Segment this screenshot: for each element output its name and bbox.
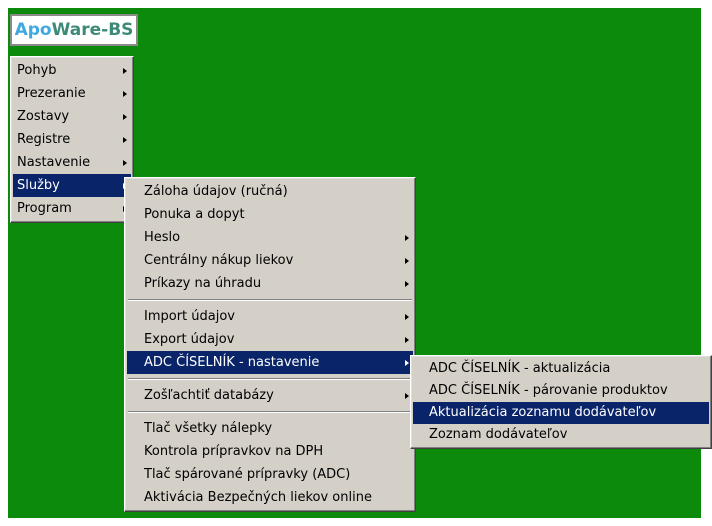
menu-item-nastavenie[interactable]: Nastavenie [13, 151, 131, 174]
menu-item-label: ADC ČÍSELNÍK - nastavenie [144, 355, 320, 370]
menu-item-tlac-sparovane[interactable]: Tlač spárované prípravky (ADC) [127, 463, 413, 486]
menu-item-aktivacia-bezpecnych-liekov[interactable]: Aktivácia Bezpečných liekov online [127, 486, 413, 509]
menu-item-sluzby[interactable]: Služby [13, 174, 131, 197]
menu-item-label: Pohyb [17, 63, 57, 78]
menu-item-program[interactable]: Program [13, 197, 131, 220]
menu-item-prikazy-na-uhradu[interactable]: Príkazy na úhradu [127, 272, 413, 295]
submenu-arrow-icon [405, 281, 409, 287]
logo-text-ware: Ware-BS [51, 20, 134, 40]
app-logo: Apo Ware-BS [10, 14, 138, 46]
submenu-arrow-icon [405, 360, 409, 366]
submenu-arrow-icon [123, 160, 127, 166]
menu-item-zoznam-dodavatelov[interactable]: Zoznam dodávateľov [413, 424, 709, 446]
menu-item-label: Služby [17, 178, 60, 193]
menu-item-label: Ponuka a dopyt [144, 207, 245, 222]
menu-item-label: Aktualizácia zoznamu dodávateľov [429, 405, 657, 420]
menu-item-label: Program [17, 201, 72, 216]
menu-item-kontrola-dph[interactable]: Kontrola prípravkov na DPH [127, 440, 413, 463]
menu-item-export-udajov[interactable]: Export údajov [127, 328, 413, 351]
menu-item-label: Import údajov [144, 309, 235, 324]
submenu-arrow-icon [405, 314, 409, 320]
menu-separator [128, 378, 412, 380]
menu-item-zoslachtit-databazy[interactable]: Zošľachtiť databázy [127, 384, 413, 407]
menu-item-label: Tlač spárované prípravky (ADC) [144, 467, 351, 482]
submenu-arrow-icon [405, 393, 409, 399]
submenu-arrow-icon [405, 235, 409, 241]
menu-item-label: Tlač všetky nálepky [144, 421, 273, 436]
menu-item-tlac-vsetky-nalepky[interactable]: Tlač všetky nálepky [127, 417, 413, 440]
menu-separator [128, 299, 412, 301]
menu-item-adc-parovanie[interactable]: ADC ČÍSELNÍK - párovanie produktov [413, 380, 709, 402]
menu-item-heslo[interactable]: Heslo [127, 226, 413, 249]
menu-item-prezeranie[interactable]: Prezeranie [13, 82, 131, 105]
menu-item-label: Zoznam dodávateľov [429, 427, 568, 442]
menu-separator [128, 411, 412, 413]
submenu-arrow-icon [405, 337, 409, 343]
menu-item-label: Nastavenie [17, 155, 91, 170]
menu-item-label: Prezeranie [17, 86, 86, 101]
submenu-arrow-icon [123, 91, 127, 97]
adc-ciselnik-submenu: ADC ČÍSELNÍK - aktualizácia ADC ČÍSELNÍK… [410, 355, 712, 449]
menu-item-label: Centrálny nákup liekov [144, 253, 294, 268]
menu-item-label: Registre [17, 132, 71, 147]
menu-item-label: ADC ČÍSELNÍK - párovanie produktov [429, 383, 668, 398]
menu-item-zostavy[interactable]: Zostavy [13, 105, 131, 128]
submenu-arrow-icon [123, 114, 127, 120]
menu-item-registre[interactable]: Registre [13, 128, 131, 151]
menu-item-adc-ciselnik-nastavenie[interactable]: ADC ČÍSELNÍK - nastavenie [127, 351, 413, 374]
menu-item-centralny-nakup[interactable]: Centrálny nákup liekov [127, 249, 413, 272]
menu-item-label: Záloha údajov (ručná) [144, 184, 288, 199]
menu-item-label: Aktivácia Bezpečných liekov online [144, 490, 372, 505]
submenu-arrow-icon [123, 68, 127, 74]
menu-item-label: Zostavy [17, 109, 70, 124]
submenu-arrow-icon [405, 258, 409, 264]
main-menu: Pohyb Prezeranie Zostavy Registre Nastav… [10, 56, 134, 223]
menu-item-import-udajov[interactable]: Import údajov [127, 305, 413, 328]
menu-item-label: Heslo [144, 230, 181, 245]
menu-item-label: Kontrola prípravkov na DPH [144, 444, 324, 459]
menu-item-label: Príkazy na úhradu [144, 276, 262, 291]
menu-item-label: ADC ČÍSELNÍK - aktualizácia [429, 361, 611, 376]
submenu-arrow-icon [123, 137, 127, 143]
menu-item-label: Zošľachtiť databázy [144, 388, 274, 403]
menu-item-aktualizacia-dodavatelov[interactable]: Aktualizácia zoznamu dodávateľov [413, 402, 709, 424]
menu-item-pohyb[interactable]: Pohyb [13, 59, 131, 82]
menu-item-label: Export údajov [144, 332, 235, 347]
menu-item-zaloha-udajov[interactable]: Záloha údajov (ručná) [127, 180, 413, 203]
logo-text-apo: Apo [14, 20, 52, 40]
sluzby-submenu: Záloha údajov (ručná) Ponuka a dopyt Hes… [124, 177, 416, 512]
menu-item-adc-aktualizacia[interactable]: ADC ČÍSELNÍK - aktualizácia [413, 358, 709, 380]
menu-item-ponuka-a-dopyt[interactable]: Ponuka a dopyt [127, 203, 413, 226]
